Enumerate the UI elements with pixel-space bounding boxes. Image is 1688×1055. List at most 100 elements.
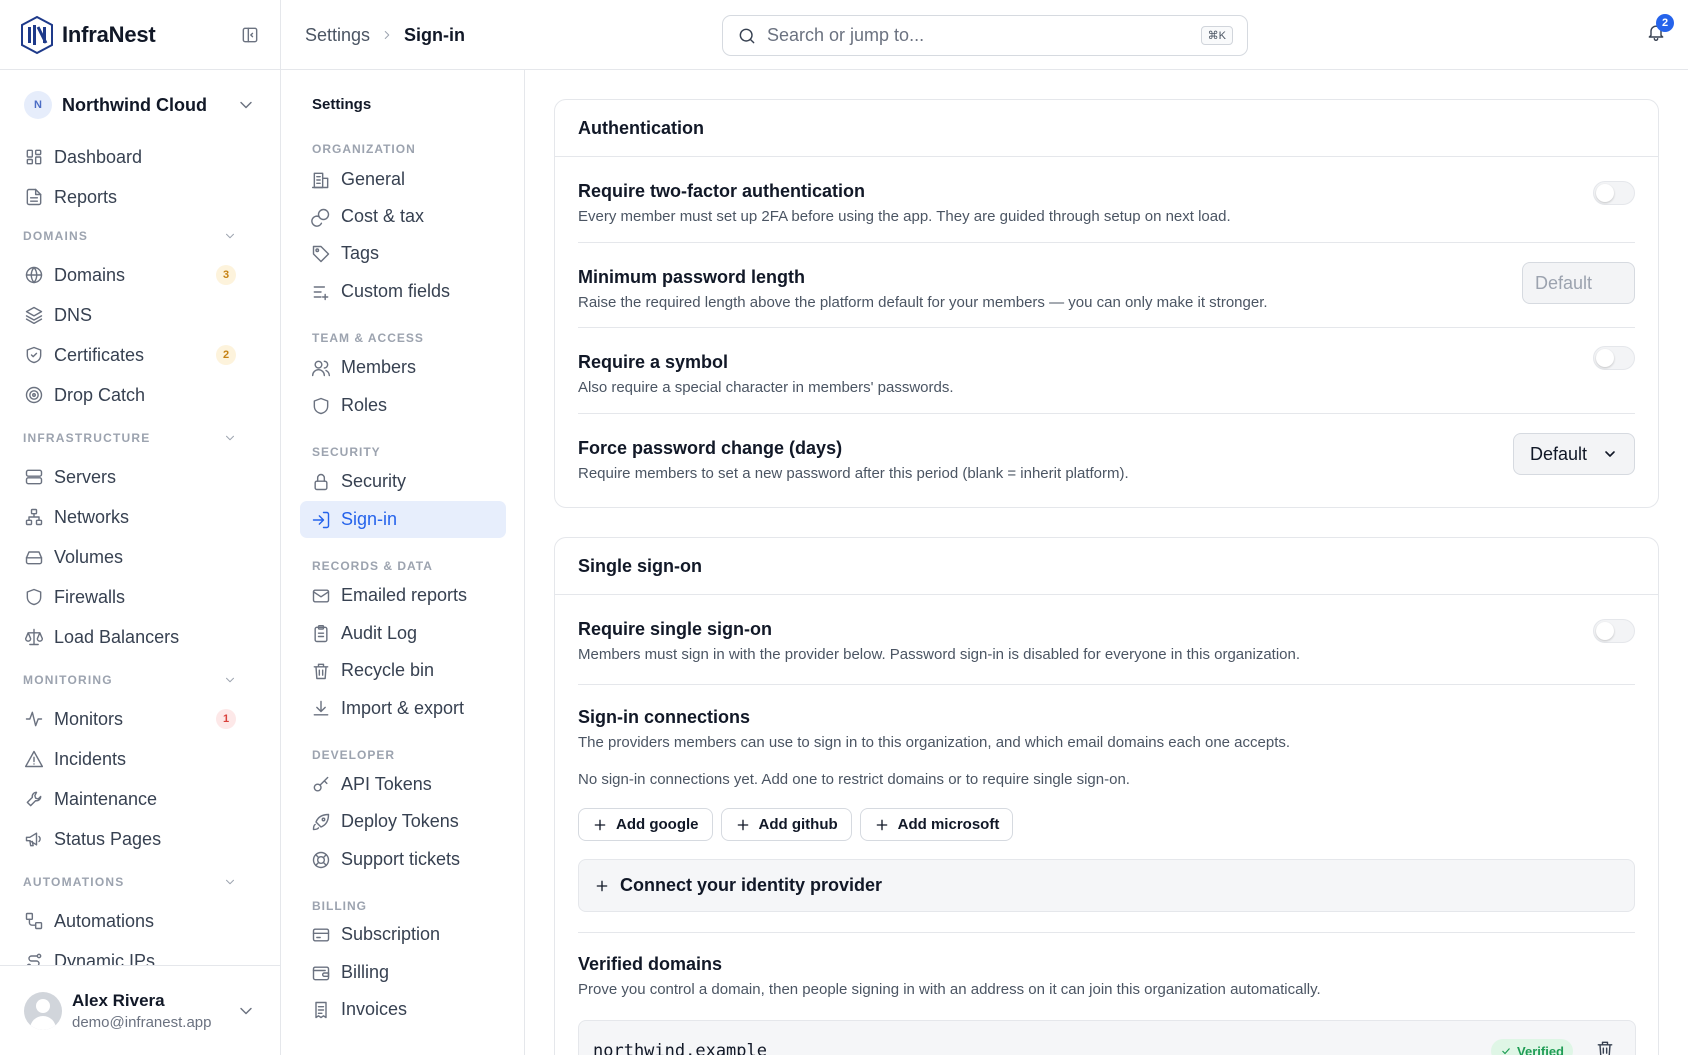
sidebar-item-label: Incidents <box>54 748 127 769</box>
sidebar-item-servers[interactable]: Servers <box>0 457 280 497</box>
drive-icon <box>24 547 44 567</box>
lock-icon <box>311 472 331 492</box>
notifications-button[interactable]: 2 <box>1646 14 1674 47</box>
settings-item-label: Cost & tax <box>341 206 425 226</box>
settings-nav-title: Settings <box>312 96 372 113</box>
sidebar-item-label: Networks <box>54 506 130 527</box>
settings-item-members[interactable]: Members <box>300 349 506 386</box>
user-name: Alex Rivera <box>72 990 165 1010</box>
check-icon <box>1502 1048 1510 1055</box>
server-icon <box>24 467 44 487</box>
delete-domain-button[interactable] <box>1595 1039 1615 1055</box>
settings-item-label: Billing <box>341 962 390 982</box>
settings-item-security[interactable]: Security <box>300 463 506 500</box>
settings-item-recycle-bin[interactable]: Recycle bin <box>300 652 506 689</box>
force-change-select[interactable]: Default <box>1513 433 1635 475</box>
two-factor-toggle[interactable] <box>1593 181 1635 205</box>
settings-item-general[interactable]: General <box>300 161 506 198</box>
settings-item-support-tickets[interactable]: Support tickets <box>300 841 506 878</box>
settings-item-custom-fields[interactable]: Custom fields <box>300 273 506 310</box>
settings-item-label: API Tokens <box>341 774 432 794</box>
settings-item-billing[interactable]: Billing <box>300 954 506 991</box>
card-title: Authentication <box>555 100 1658 157</box>
min-password-length-input[interactable]: Default <box>1522 262 1635 304</box>
sidebar-item-incidents[interactable]: Incidents <box>0 739 280 779</box>
settings-item-label: Sign-in <box>341 509 398 529</box>
sidebar-item-load-balancers[interactable]: Load Balancers <box>0 617 280 657</box>
settings-item-roles[interactable]: Roles <box>300 387 506 424</box>
settings-item-sign-in[interactable]: Sign-in <box>300 501 506 538</box>
settings-item-label: Subscription <box>341 924 441 944</box>
search-input[interactable]: Search or jump to... ⌘K <box>722 15 1248 56</box>
empty-state-text: No sign-in connections yet. Add one to r… <box>578 771 1130 788</box>
verified-domains-section: Verified domains Prove you control a dom… <box>578 933 1635 998</box>
infranest-logo[interactable] <box>20 15 54 55</box>
layers-icon <box>24 305 44 325</box>
sidebar-item-automations[interactable]: Automations <box>0 901 280 941</box>
settings-item-deploy-tokens[interactable]: Deploy Tokens <box>300 803 506 840</box>
sidebar-section-infrastructure[interactable]: INFRASTRUCTURE <box>0 419 280 457</box>
sidebar-item-domains[interactable]: Domains 3 <box>0 255 280 295</box>
sidebar-item-firewalls[interactable]: Firewalls <box>0 577 280 617</box>
sidebar-toggle-icon[interactable] <box>240 25 260 45</box>
sidebar-item-drop-catch[interactable]: Drop Catch <box>0 375 280 415</box>
sidebar-section-domains[interactable]: DOMAINS <box>0 217 280 255</box>
settings-item-invoices[interactable]: Invoices <box>300 991 506 1028</box>
settings-item-api-tokens[interactable]: API Tokens <box>300 766 506 803</box>
building-icon <box>311 170 331 190</box>
shield-icon <box>24 587 44 607</box>
wallet-icon <box>311 963 331 983</box>
require-symbol-toggle[interactable] <box>1593 346 1635 370</box>
settings-item-label: General <box>341 169 406 189</box>
settings-section-title: TEAM & ACCESS <box>312 331 424 345</box>
trash-icon <box>311 661 331 681</box>
sidebar-item-label: Load Balancers <box>54 626 180 647</box>
sidebar-item-reports[interactable]: Reports <box>0 177 280 217</box>
trash-icon <box>1597 1041 1613 1055</box>
sidebar-item-label: Volumes <box>54 546 124 567</box>
sidebar-section-monitoring[interactable]: MONITORING <box>0 661 280 699</box>
settings-item-emailed-reports[interactable]: Emailed reports <box>300 577 506 614</box>
org-name: Northwind Cloud <box>62 94 207 115</box>
megaphone-icon <box>24 829 44 849</box>
user-menu[interactable]: Alex Rivera demo@infranest.app <box>0 965 280 1055</box>
settings-item-label: Audit Log <box>341 623 418 643</box>
sidebar-item-dashboard[interactable]: Dashboard <box>0 137 280 177</box>
add-google-button[interactable]: Add google <box>578 808 713 841</box>
section-title: Sign-in connections <box>578 707 751 727</box>
search-icon <box>737 26 757 46</box>
settings-item-tags[interactable]: Tags <box>300 235 506 272</box>
settings-item-label: Invoices <box>341 999 408 1019</box>
provider-buttons: Add google Add github Add microsoft <box>578 808 1635 841</box>
section-description: The providers members can use to sign in… <box>578 734 1291 751</box>
plus-icon <box>594 878 610 894</box>
connect-identity-provider-button[interactable]: Connect your identity provider <box>578 859 1635 912</box>
tag-icon <box>311 244 331 264</box>
settings-item-subscription[interactable]: Subscription <box>300 916 506 953</box>
chevron-down-icon <box>223 431 237 445</box>
settings-item-label: Support tickets <box>341 849 461 869</box>
sidebar-item-certificates[interactable]: Certificates 2 <box>0 335 280 375</box>
sidebar-item-maintenance[interactable]: Maintenance <box>0 779 280 819</box>
sidebar-item-networks[interactable]: Networks <box>0 497 280 537</box>
sidebar-item-volumes[interactable]: Volumes <box>0 537 280 577</box>
settings-item-import-export[interactable]: Import & export <box>300 690 506 727</box>
add-microsoft-button[interactable]: Add microsoft <box>859 808 1014 841</box>
sidebar-item-dns[interactable]: DNS <box>0 295 280 335</box>
plus-icon <box>735 817 751 833</box>
org-switcher[interactable]: N Northwind Cloud <box>0 70 280 140</box>
sidebar-item-status-pages[interactable]: Status Pages <box>0 819 280 859</box>
count-badge: 2 <box>216 345 236 365</box>
sidebar-section-automations[interactable]: AUTOMATIONS <box>0 863 280 901</box>
add-github-button[interactable]: Add github <box>720 808 852 841</box>
settings-item-audit-log[interactable]: Audit Log <box>300 615 506 652</box>
chevron-right-icon <box>380 28 394 42</box>
require-sso-toggle[interactable] <box>1593 619 1635 643</box>
breadcrumb-settings[interactable]: Settings <box>305 25 370 46</box>
setting-title: Minimum password length <box>578 267 806 287</box>
main-content: Authentication Require two-factor authen… <box>525 70 1688 1055</box>
sidebar-item-monitors[interactable]: Monitors 1 <box>0 699 280 739</box>
settings-item-cost-tax[interactable]: Cost & tax <box>300 198 506 235</box>
lifebuoy-icon <box>311 850 331 870</box>
settings-item-label: Security <box>341 471 407 491</box>
